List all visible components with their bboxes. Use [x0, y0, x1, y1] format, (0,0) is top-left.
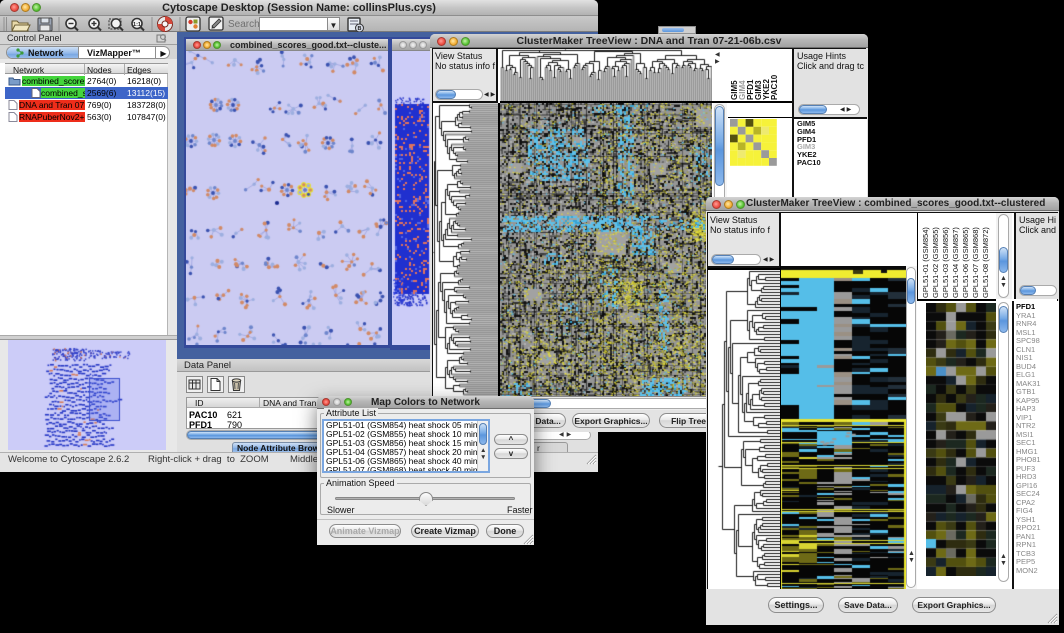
- svg-text:1:1: 1:1: [133, 22, 141, 28]
